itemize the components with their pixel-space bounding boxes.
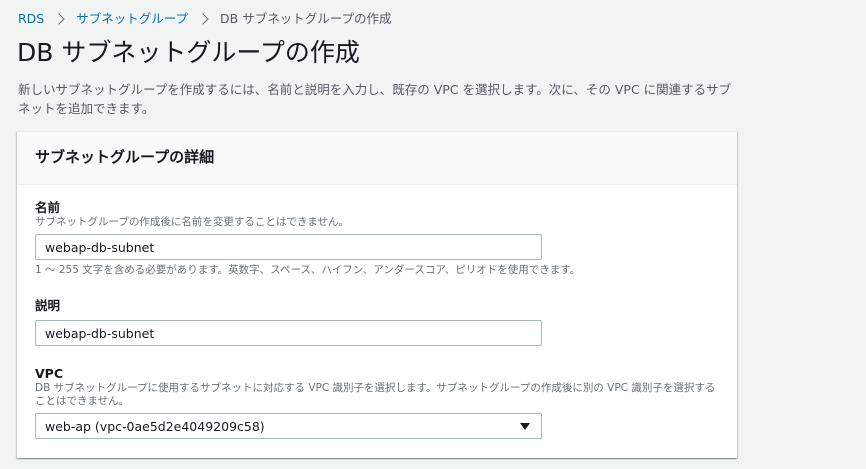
vpc-description: DB サブネットグループに使用するサブネットに対応する VPC 識別子を選択しま… [35,382,716,407]
name-constraint-text: 1 ～ 255 文字を含める必要があります。英数字、スペース、ハイフン、アンダー… [35,264,581,276]
subnet-group-details-panel: サブネットグループの詳細 名前 サブネットグループの作成後に名前を変更することは… [17,131,737,458]
chevron-right-icon [53,13,65,25]
breadcrumb: RDS サブネットグループ DB サブネットグループの作成 [18,10,391,28]
vpc-field-group: VPC DB サブネットグループに使用するサブネットに対応する VPC 識別子を… [35,366,725,439]
breadcrumb-subnet-groups-link[interactable]: サブネットグループ [76,10,188,28]
panel-title: サブネットグループの詳細 [35,148,215,166]
name-input[interactable] [35,234,542,260]
breadcrumb-current: DB サブネットグループの作成 [220,11,392,26]
vpc-selected-value: web-ap (vpc-0ae5d2e4049209c58) [45,418,265,434]
name-label: 名前 [35,200,61,215]
name-field-group: 名前 サブネットグループの作成後に名前を変更することはできません。 1 ～ 25… [35,200,725,277]
breadcrumb-rds-link[interactable]: RDS [18,10,44,28]
name-description: サブネットグループの作成後に名前を変更することはできません。 [35,216,350,228]
vpc-label: VPC [35,366,64,381]
panel-header: サブネットグループの詳細 [17,132,737,185]
description-label: 説明 [35,298,61,313]
chevron-right-icon [197,13,209,25]
description-field-group: 説明 [35,298,542,346]
vpc-select[interactable]: web-ap (vpc-0ae5d2e4049209c58) [35,413,542,439]
page-description: 新しいサブネットグループを作成するには、名前と説明を入力し、既存の VPC を選… [18,82,732,116]
page-title: DB サブネットグループの作成 [17,38,360,67]
caret-down-icon [520,422,530,430]
description-input[interactable] [35,320,542,346]
